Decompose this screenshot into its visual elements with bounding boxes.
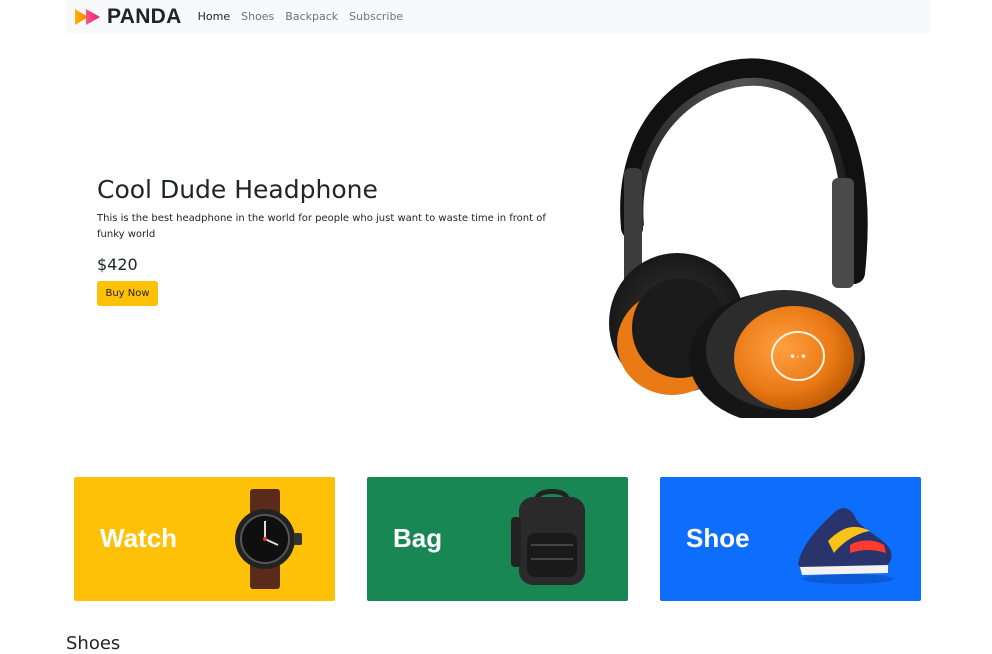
hero-title: Cool Dude Headphone	[97, 175, 378, 204]
navbar: PANDA Home Shoes Backpack Subscribe	[66, 0, 930, 33]
backpack-image	[511, 489, 585, 585]
category-label: Shoe	[686, 523, 750, 553]
hero-description: This is the best headphone in the world …	[97, 213, 546, 240]
nav-subscribe[interactable]: Subscribe	[349, 10, 403, 23]
headphone-image: •·•	[609, 58, 868, 418]
brand-name: PANDA	[107, 4, 182, 28]
category-label: Bag	[393, 523, 443, 553]
svg-text:•·•: •·•	[789, 350, 807, 364]
brand[interactable]: PANDA	[74, 5, 182, 29]
nav-links: Home Shoes Backpack Subscribe	[198, 10, 415, 23]
nav-shoes[interactable]: Shoes	[241, 10, 274, 23]
panda-play-logo-icon	[75, 8, 100, 25]
category-card-shoe[interactable]: Shoe	[660, 477, 921, 601]
buy-now-button[interactable]: Buy Now	[97, 281, 158, 306]
hero-price: $420	[97, 255, 138, 274]
nav-home[interactable]: Home	[198, 10, 230, 23]
category-card-bag[interactable]: Bag	[367, 477, 628, 601]
sneaker-image	[798, 508, 894, 584]
watch-image	[235, 489, 302, 589]
category-card-watch[interactable]: Watch	[74, 477, 335, 601]
category-label: Watch	[100, 523, 178, 553]
shoes-section-title: Shoes	[66, 633, 121, 654]
nav-backpack[interactable]: Backpack	[285, 10, 338, 23]
